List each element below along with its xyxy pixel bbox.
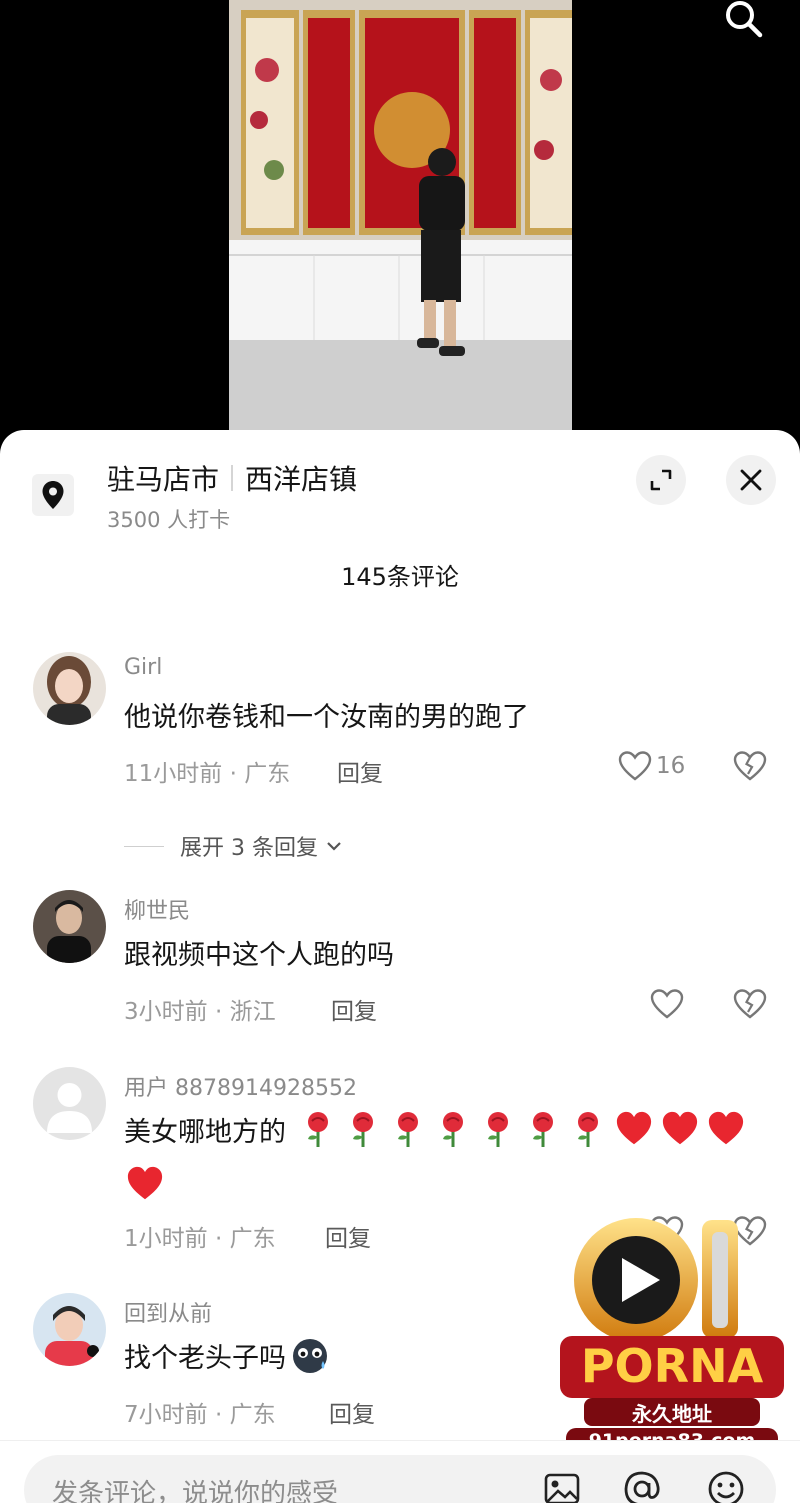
image-picker-button[interactable] <box>542 1469 582 1503</box>
watermark-logo: PORNA 永久地址 91porna83.com <box>556 1210 788 1460</box>
reply-button[interactable]: 回复 <box>329 1395 375 1429</box>
dislike-button[interactable] <box>733 988 767 1024</box>
close-sheet-button[interactable] <box>726 455 776 505</box>
red-heart-emoji-icon <box>127 1166 163 1200</box>
chevron-down-icon <box>327 842 341 851</box>
comment-meta: 7小时前 · 广东 <box>124 1402 276 1428</box>
video-player[interactable] <box>0 0 800 460</box>
location-header[interactable]: 驻马店市 西洋店镇 3500 人打卡 <box>0 430 800 540</box>
expand-sheet-button[interactable] <box>636 455 686 505</box>
svg-text:PORNA: PORNA <box>581 1339 764 1393</box>
comment-item: Girl 他说你卷钱和一个汝南的男的跑了 11小时前 · 广东 回复 16 展开… <box>0 650 800 861</box>
avatar[interactable] <box>33 1067 106 1140</box>
emoji-icon <box>708 1471 744 1503</box>
location-divider <box>231 465 234 491</box>
like-count: 16 <box>656 753 686 779</box>
avatar[interactable] <box>33 1293 106 1366</box>
expand-replies-button[interactable]: 展开 3 条回复 <box>124 830 344 862</box>
comment-username[interactable]: Girl <box>124 655 162 680</box>
watermark-tagline: 永久地址 <box>632 1402 712 1426</box>
rose-emoji-icon <box>398 1112 418 1147</box>
comment-meta: 3小时前 · 浙江 <box>124 999 276 1025</box>
avatar[interactable] <box>33 890 106 963</box>
rose-emoji-icon <box>578 1112 598 1147</box>
mention-button[interactable] <box>622 1469 662 1503</box>
comment-text-body: 找个老头子吗 <box>124 1342 286 1374</box>
emoji-line <box>298 1109 751 1149</box>
rose-emoji-icon <box>353 1112 373 1147</box>
comment-username[interactable]: 柳世民 <box>124 893 190 925</box>
expand-line <box>124 845 164 847</box>
comment-meta: 1小时前 · 广东 <box>124 1226 276 1252</box>
location-title[interactable]: 驻马店市 西洋店镇 <box>107 458 357 498</box>
comment-text: 美女哪地方的 <box>124 1109 751 1149</box>
reply-button[interactable]: 回复 <box>331 992 377 1026</box>
heart-outline-icon <box>650 989 684 1019</box>
comment-text: 跟视频中这个人跑的吗 <box>124 940 394 971</box>
like-button[interactable] <box>650 988 684 1020</box>
sweat-emoji-icon <box>293 1339 327 1373</box>
like-button[interactable]: 16 <box>618 750 685 782</box>
rose-emoji-icon <box>488 1112 508 1147</box>
rose-emoji-icon <box>533 1112 553 1147</box>
broken-heart-icon <box>733 751 767 781</box>
emoji-line-wrap <box>124 1165 170 1203</box>
comment-sheet: 驻马店市 西洋店镇 3500 人打卡 145条评论 Girl 他说你卷钱和一个汝… <box>0 430 800 1503</box>
rose-emoji-icon <box>308 1112 328 1147</box>
search-icon <box>726 1 763 38</box>
rose-emoji-icon <box>443 1112 463 1147</box>
video-still-image <box>229 0 572 460</box>
comment-text: 找个老头子吗 <box>124 1335 330 1375</box>
red-heart-emoji-icon <box>708 1111 744 1145</box>
comment-text: 他说你卷钱和一个汝南的男的跑了 <box>124 702 529 733</box>
red-heart-emoji-icon <box>662 1111 698 1145</box>
location-city: 驻马店市 <box>107 463 220 496</box>
comment-input-placeholder: 发条评论，说说你的感受 <box>52 1479 339 1503</box>
expand-icon <box>650 469 672 491</box>
comment-meta: 11小时前 · 广东 <box>124 761 291 787</box>
comment-username[interactable]: 用户 8878914928552 <box>124 1070 357 1102</box>
close-icon <box>740 469 762 491</box>
expand-replies-label: 展开 3 条回复 <box>180 836 318 861</box>
heart-outline-icon <box>618 751 652 781</box>
location-town: 西洋店镇 <box>245 463 358 496</box>
at-icon <box>624 1471 660 1503</box>
comment-item: 柳世民 跟视频中这个人跑的吗 3小时前 · 浙江 回复 <box>0 888 800 1038</box>
red-heart-emoji-icon <box>616 1111 652 1145</box>
checkin-count: 3500 人打卡 <box>107 508 231 532</box>
reply-button[interactable]: 回复 <box>325 1219 371 1253</box>
avatar[interactable] <box>33 652 106 725</box>
image-icon <box>544 1473 580 1503</box>
video-frame[interactable] <box>229 0 572 460</box>
emoji-picker-button[interactable] <box>706 1469 746 1503</box>
comment-input-bar: 发条评论，说说你的感受 <box>0 1440 800 1503</box>
comment-text-body: 美女哪地方的 <box>124 1116 286 1148</box>
comment-username[interactable]: 回到从前 <box>124 1296 212 1328</box>
broken-heart-icon <box>733 989 767 1019</box>
reply-button[interactable]: 回复 <box>337 754 383 788</box>
search-button[interactable] <box>718 0 770 44</box>
default-avatar-icon <box>33 1067 106 1140</box>
dislike-button[interactable] <box>733 750 767 786</box>
location-pin-icon <box>32 474 74 516</box>
comment-input[interactable]: 发条评论，说说你的感受 <box>24 1455 776 1503</box>
comment-count-title: 145条评论 <box>341 563 459 591</box>
